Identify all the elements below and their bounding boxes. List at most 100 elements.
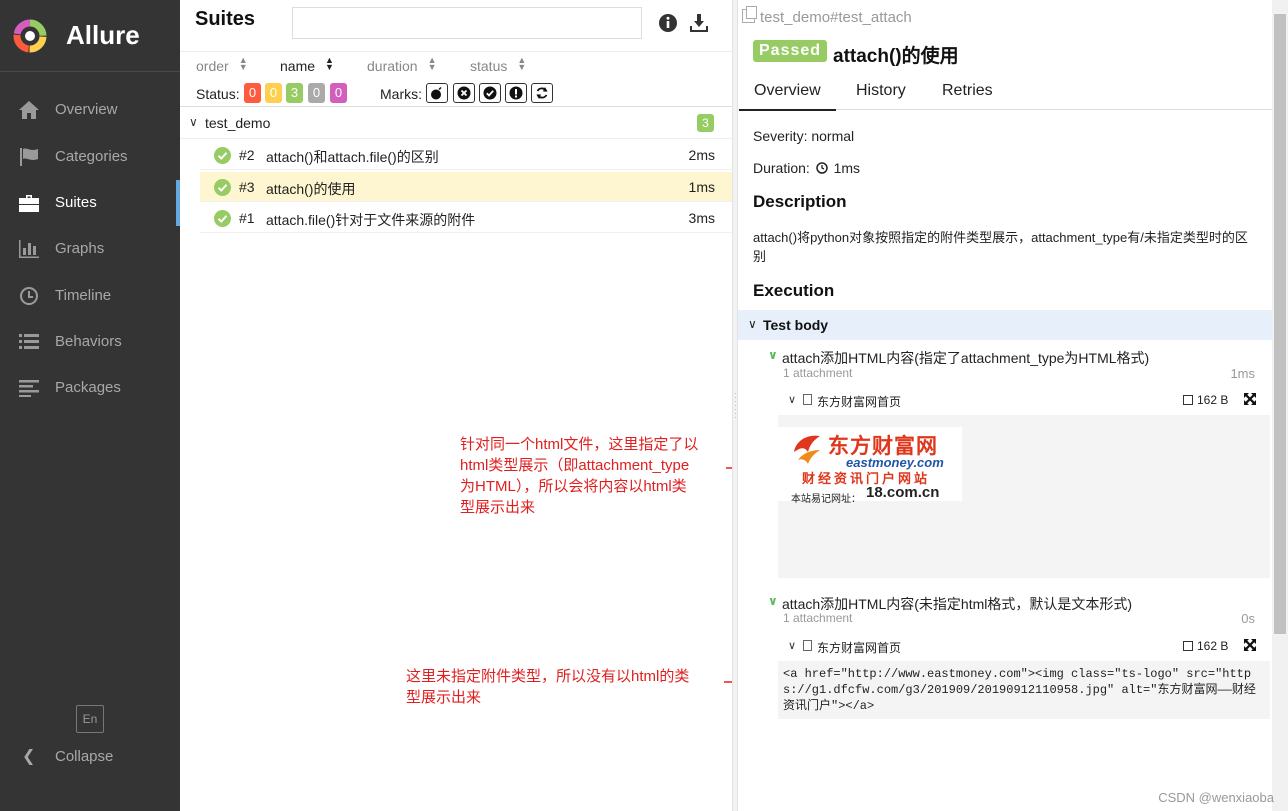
home-icon (19, 101, 39, 119)
vertical-scrollbar[interactable] (1272, 0, 1288, 811)
step-attachment-count: 1 attachment (783, 611, 853, 625)
brand[interactable]: Allure (0, 0, 180, 72)
sidebar-item-label: Suites (55, 194, 97, 211)
attachment-row[interactable]: ∨ 东方财富网首页 162 B (778, 389, 1272, 413)
sidebar-item-label: Overview (55, 101, 118, 118)
sidebar-item-categories[interactable]: Categories (0, 134, 180, 180)
breadcrumb[interactable]: test_demo#test_attach (742, 6, 912, 26)
attachment-row[interactable]: ∨ 东方财富网首页 162 B (778, 635, 1272, 659)
sidebar-item-label: Timeline (55, 287, 112, 304)
marks-filter-label: Marks: (380, 86, 422, 102)
mark-new-failed-toggle[interactable] (453, 83, 475, 103)
sort-icon: ▲ ▼ (238, 55, 248, 72)
status-unknown-toggle[interactable]: 0 (330, 83, 347, 103)
duration-label: Duration: (753, 160, 810, 176)
sort-name[interactable]: name ▲ ▼ (280, 55, 334, 75)
status-broken-toggle[interactable]: 0 (265, 83, 282, 103)
collapse-button[interactable]: ❮ Collapse (0, 738, 180, 774)
info-icon[interactable] (657, 12, 679, 34)
sort-status-label: status (470, 58, 508, 74)
eastmoney-site: 18.com.cn (866, 484, 940, 501)
app-name: Allure (66, 20, 140, 50)
mark-new-broken-toggle[interactable] (505, 83, 527, 103)
briefcase-icon (19, 195, 39, 212)
expand-icon[interactable] (1243, 392, 1257, 406)
test-row[interactable]: #2 attach()和attach.file()的区别 2ms (200, 140, 732, 170)
test-body-section[interactable]: ∨ Test body (738, 310, 1272, 340)
expand-icon[interactable] (1243, 638, 1257, 652)
breadcrumb-text: test_demo#test_attach (760, 9, 912, 26)
download-icon[interactable] (688, 12, 710, 34)
sidebar: Allure Overview Categories Suites Graphs… (0, 0, 180, 811)
attachment-size: 162 B (1183, 393, 1228, 407)
step-name[interactable]: attach添加HTML内容(指定了attachment_type为HTML格式… (782, 348, 1149, 368)
sort-status[interactable]: status ▲ ▼ (470, 56, 526, 75)
sidebar-item-behaviors[interactable]: Behaviors (0, 319, 180, 365)
status-badge: Passed (753, 40, 828, 62)
status-skipped-toggle[interactable]: 0 (308, 83, 325, 103)
clock-icon (815, 162, 828, 174)
watermark: CSDN @wenxiaoba (1158, 790, 1274, 805)
sort-name-label: name (280, 58, 316, 74)
scrollbar-thumb[interactable] (1274, 14, 1286, 634)
annotation-line: 型展示出来 (460, 499, 536, 516)
sidebar-item-label: Packages (55, 379, 121, 396)
tree-divider (180, 106, 732, 107)
chevron-down-icon: ∨ (788, 394, 797, 406)
sort-duration[interactable]: duration ▲ ▼ (367, 56, 437, 75)
tab-retries[interactable]: Retries (942, 82, 993, 100)
suite-group-row[interactable]: ∨ test_demo 3 (180, 108, 732, 139)
sidebar-item-timeline[interactable]: Timeline (0, 273, 180, 319)
annotation-line: 这里未指定附件类型，所以没有以html的类 (406, 668, 690, 685)
test-number: #1 (239, 210, 255, 226)
drag-handle-icon: · · · · · · · (734, 389, 737, 422)
severity-info: Severity: normal (753, 128, 855, 144)
bar-chart-icon (19, 240, 39, 258)
status-failed-toggle[interactable]: 0 (244, 83, 261, 103)
step-duration: 0s (1241, 611, 1255, 626)
save-icon (1183, 641, 1193, 651)
search-input[interactable] (292, 7, 642, 39)
test-row-selected[interactable]: #3 attach()的使用 1ms (200, 172, 732, 202)
execution-heading: Execution (753, 281, 835, 300)
sidebar-item-packages[interactable]: Packages (0, 365, 180, 411)
annotation-line: 针对同一个html文件，这里指定了以 (460, 436, 699, 453)
chevron-down-icon[interactable]: ∨ (768, 594, 778, 608)
test-duration: 1ms (688, 179, 715, 195)
test-name: attach.file()针对于文件来源的附件 (266, 212, 476, 228)
test-number: #3 (239, 179, 255, 195)
test-row[interactable]: #1 attach.file()针对于文件来源的附件 3ms (200, 203, 732, 233)
sidebar-item-suites[interactable]: Suites (0, 180, 180, 226)
eastmoney-logo[interactable]: 东方财富网 eastmoney.com 财经资讯门户网站 本站易记网址： 18.… (778, 427, 962, 505)
duration-info: Duration: 1ms (753, 160, 860, 176)
copy-icon (742, 6, 757, 23)
chevron-down-icon[interactable]: ∨ (768, 348, 778, 362)
attachment-name: 东方财富网首页 (817, 395, 902, 409)
annotation-line: 为HTML），所以会将内容以html类 (460, 478, 687, 495)
sort-order[interactable]: order ▲ ▼ (196, 55, 248, 75)
status-passed-toggle[interactable]: 3 (286, 83, 303, 103)
mark-new-passed-toggle[interactable] (479, 83, 501, 103)
tab-overview[interactable]: Overview (739, 82, 836, 111)
sidebar-item-overview[interactable]: Overview (0, 87, 180, 133)
chevron-left-icon: ❮ (22, 748, 36, 765)
mark-flaky-toggle[interactable] (426, 83, 448, 103)
sidebar-item-graphs[interactable]: Graphs (0, 226, 180, 272)
tab-history[interactable]: History (856, 82, 906, 100)
mark-retries-toggle[interactable] (531, 83, 553, 103)
test-duration: 2ms (688, 147, 715, 163)
test-name: attach()的使用 (266, 181, 356, 197)
app-root: Allure Overview Categories Suites Graphs… (0, 0, 1288, 811)
header-divider (180, 51, 732, 52)
test-number: #2 (239, 147, 255, 163)
sort-order-label: order (196, 58, 229, 74)
test-detail-pane: test_demo#test_attach Passed attach()的使用… (738, 0, 1272, 811)
language-switch-button[interactable]: En (76, 705, 104, 733)
times-circle-icon (457, 86, 471, 100)
annotation-line: 型展示出来 (406, 689, 482, 706)
suite-group-name: test_demo (205, 115, 271, 131)
flag-icon (20, 148, 38, 166)
list-icon (19, 334, 39, 349)
sort-icon: ▲ ▼ (325, 55, 334, 72)
duration-value: 1ms (833, 160, 861, 176)
